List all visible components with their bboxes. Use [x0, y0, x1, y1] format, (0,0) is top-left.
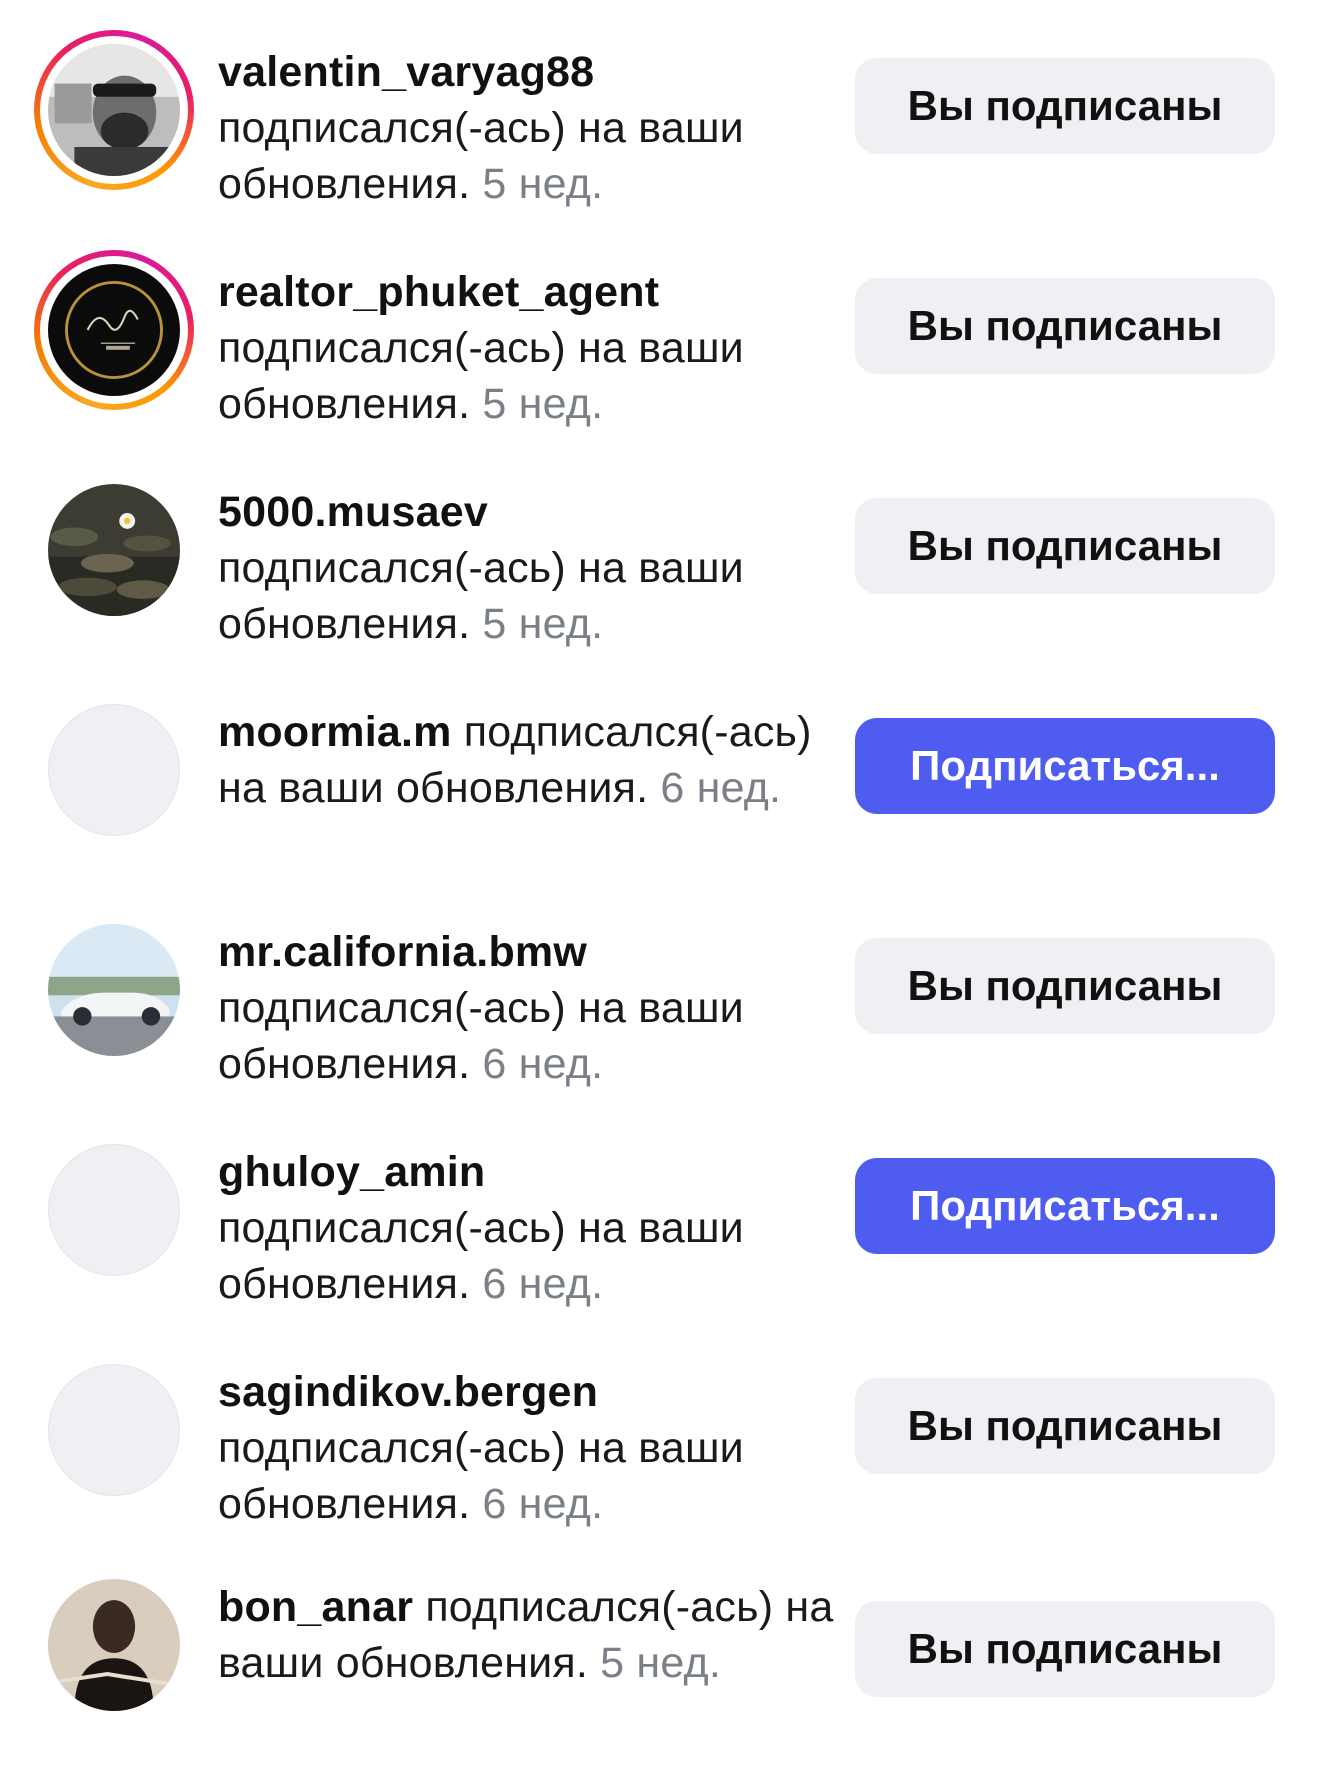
- notification-text: 5000.musaev подписался(-ась) на ваши обн…: [218, 484, 838, 652]
- timestamp: 6 нед.: [482, 1260, 604, 1308]
- following-button[interactable]: Вы подписаны: [855, 938, 1275, 1034]
- notification-action: подписался(-ась) на ваши обновления.: [218, 324, 744, 428]
- notification-text: ghuloy_amin подписался(-ась) на ваши обн…: [218, 1144, 838, 1312]
- photo-avatar-icon: [48, 44, 180, 176]
- activity-row: valentin_varyag88 подписался(-ась) на ва…: [0, 20, 1318, 220]
- activity-row: sagindikov.bergen подписался(-ась) на ва…: [0, 1340, 1318, 1540]
- following-button[interactable]: Вы подписаны: [855, 1601, 1275, 1697]
- activity-row: moormia.m подписался(-ась) на ваши обнов…: [0, 680, 1318, 880]
- following-button[interactable]: Вы подписаны: [855, 1378, 1275, 1474]
- activity-list: valentin_varyag88 подписался(-ась) на ва…: [0, 0, 1318, 1774]
- empty-avatar-icon: [48, 704, 180, 836]
- avatar[interactable]: [34, 910, 194, 1070]
- notification-text: mr.california.bmw подписался(-ась) на ва…: [218, 924, 838, 1092]
- avatar[interactable]: [34, 1350, 194, 1510]
- timestamp: 5 нед.: [600, 1639, 721, 1687]
- timestamp: 5 нед.: [482, 380, 604, 428]
- car-photo-avatar-icon: [48, 924, 180, 1056]
- timestamp: 6 нед.: [482, 1040, 604, 1088]
- following-button[interactable]: Вы подписаны: [855, 58, 1275, 154]
- notification-action: подписался(-ась) на ваши обновления.: [218, 544, 744, 648]
- estate-agent-logo-icon: [48, 264, 180, 396]
- timestamp: 5 нед.: [482, 600, 604, 648]
- photo-avatar-icon: [48, 1579, 180, 1711]
- following-button[interactable]: Вы подписаны: [855, 498, 1275, 594]
- timestamp: 6 нед.: [660, 764, 782, 812]
- username[interactable]: ghuloy_amin: [218, 1148, 485, 1196]
- notification-text: bon_anar подписался(-ась) на ваши обновл…: [218, 1579, 838, 1691]
- empty-avatar-icon: [48, 1364, 180, 1496]
- activity-row: ghuloy_amin подписался(-ась) на ваши обн…: [0, 1120, 1318, 1320]
- timestamp: 5 нед.: [482, 160, 604, 208]
- following-button[interactable]: Вы подписаны: [855, 278, 1275, 374]
- notification-text: moormia.m подписался(-ась) на ваши обнов…: [218, 704, 838, 816]
- empty-avatar-icon: [48, 1144, 180, 1276]
- notification-text: realtor_phuket_agent подписался(-ась) на…: [218, 264, 838, 432]
- timestamp: 6 нед.: [482, 1480, 604, 1528]
- avatar[interactable]: [34, 30, 194, 190]
- username[interactable]: bon_anar: [218, 1583, 413, 1631]
- activity-row: mr.california.bmw подписался(-ась) на ва…: [0, 900, 1318, 1100]
- avatar[interactable]: [34, 470, 194, 630]
- avatar[interactable]: [34, 1130, 194, 1290]
- notification-action: подписался(-ась) на ваши обновления.: [218, 1424, 744, 1528]
- username[interactable]: realtor_phuket_agent: [218, 268, 659, 316]
- avatar[interactable]: [34, 250, 194, 410]
- username[interactable]: mr.california.bmw: [218, 928, 587, 976]
- follow-button[interactable]: Подписаться...: [855, 1158, 1275, 1254]
- avatar[interactable]: [34, 690, 194, 850]
- notification-action: подписался(-ась) на ваши обновления.: [218, 1204, 744, 1308]
- username[interactable]: sagindikov.bergen: [218, 1368, 598, 1416]
- activity-row: bon_anar подписался(-ась) на ваши обновл…: [0, 1555, 1318, 1755]
- username[interactable]: moormia.m: [218, 708, 452, 756]
- activity-row: realtor_phuket_agent подписался(-ась) на…: [0, 240, 1318, 440]
- notification-action: подписался(-ась) на ваши обновления.: [218, 984, 744, 1088]
- username[interactable]: valentin_varyag88: [218, 48, 594, 96]
- avatar[interactable]: [34, 1565, 194, 1725]
- activity-row: 5000.musaev подписался(-ась) на ваши обн…: [0, 460, 1318, 660]
- username[interactable]: 5000.musaev: [218, 488, 488, 536]
- notification-action: подписался(-ась) на ваши обновления.: [218, 104, 744, 208]
- notification-text: sagindikov.bergen подписался(-ась) на ва…: [218, 1364, 838, 1532]
- notification-text: valentin_varyag88 подписался(-ась) на ва…: [218, 44, 838, 212]
- photo-avatar-icon: [48, 484, 180, 616]
- follow-button[interactable]: Подписаться...: [855, 718, 1275, 814]
